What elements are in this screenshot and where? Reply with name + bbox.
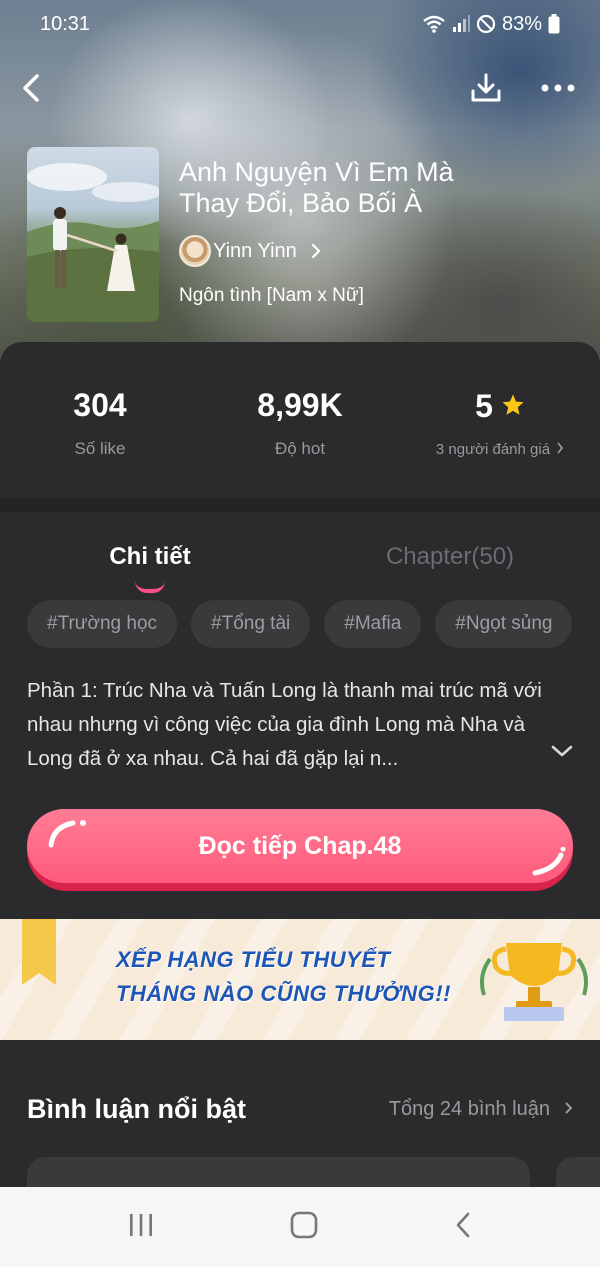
- status-bar: 10:31 83%: [0, 0, 600, 48]
- trophy-icon: [480, 943, 588, 1021]
- hot-label: Độ hot: [274, 439, 326, 458]
- banner-line-2: THÁNG NÀO CŨNG THƯỞNG!!: [116, 981, 451, 1006]
- signal-icon: [452, 15, 470, 33]
- shine-decoration: [532, 847, 566, 876]
- book-info: Anh Nguyện Vì Em Mà Thay Đổi, Bảo Bối À …: [27, 147, 580, 322]
- tab-indicator: [135, 581, 165, 593]
- chevron-right-icon: [556, 441, 564, 458]
- back-arrow-icon[interactable]: [10, 66, 54, 110]
- rating-label: 3 người đánh giá: [435, 440, 551, 458]
- comment-card[interactable]: [556, 1157, 600, 1187]
- tab-bar: Chi tiết Chapter(50): [0, 512, 600, 596]
- chevron-down-icon[interactable]: [550, 744, 574, 763]
- shine-decoration: [48, 820, 86, 848]
- author-avatar: [179, 235, 211, 267]
- author-link[interactable]: Yinn Yinn: [179, 235, 509, 267]
- battery-icon: [548, 14, 560, 34]
- book-cover[interactable]: [27, 147, 159, 322]
- continue-reading-label: Đọc tiếp Chap.48: [198, 831, 402, 860]
- tag-list: #Trường học #Tổng tài #Mafia #Ngọt sủng: [0, 600, 600, 648]
- stat-likes: 304 Số like: [0, 385, 200, 459]
- bookmark-ribbon: [22, 919, 56, 985]
- tag-chip[interactable]: #Ngọt sủng: [435, 600, 573, 648]
- download-icon[interactable]: [464, 66, 508, 110]
- star-icon: [501, 388, 525, 425]
- ranking-banner[interactable]: XẾP HẠNG TIỂU THUYẾT THÁNG NÀO CŨNG THƯỞ…: [0, 919, 600, 1040]
- likes-value: 304: [73, 386, 127, 423]
- top-navigation: [0, 62, 600, 114]
- tab-chapters[interactable]: Chapter(50): [300, 537, 600, 571]
- tab-chapters-label: Chapter(50): [385, 543, 515, 570]
- chevron-right-icon: [311, 243, 321, 259]
- status-time: 10:31: [40, 12, 91, 35]
- book-description: Phần 1: Trúc Nha và Tuấn Long là thanh m…: [27, 679, 542, 770]
- hero-background: 10:31 83% Anh Nguyện Vì Em Mà Thay Đổi, …: [0, 0, 600, 370]
- comments-total-link[interactable]: Tổng 24 bình luận: [389, 1098, 573, 1121]
- description-section: Phần 1: Trúc Nha và Tuấn Long là thanh m…: [0, 674, 600, 776]
- book-title: Anh Nguyện Vì Em Mà Thay Đổi, Bảo Bối À: [179, 157, 454, 218]
- recent-apps-icon[interactable]: [127, 1212, 155, 1243]
- banner-text: XẾP HẠNG TIỂU THUYẾT THÁNG NÀO CŨNG THƯỞ…: [116, 943, 451, 1011]
- stat-rating[interactable]: 5 3 người đánh giá: [400, 387, 600, 458]
- tag-chip[interactable]: #Trường học: [27, 600, 178, 648]
- tag-chip[interactable]: #Mafia: [324, 600, 422, 648]
- stat-hot: 8,99K Độ hot: [200, 385, 400, 459]
- comment-card[interactable]: [27, 1157, 530, 1187]
- chevron-right-icon: [564, 1098, 573, 1121]
- comments-title: Bình luận nổi bật: [27, 1094, 246, 1124]
- home-icon[interactable]: [289, 1211, 319, 1244]
- section-divider: [0, 498, 600, 512]
- status-icons: 83%: [422, 13, 560, 36]
- comments-header: Bình luận nổi bật Tổng 24 bình luận: [27, 1094, 573, 1125]
- back-icon[interactable]: [453, 1211, 473, 1244]
- more-icon[interactable]: [536, 66, 580, 110]
- author-name: Yinn Yinn: [213, 239, 297, 262]
- stats-row: 304 Số like 8,99K Độ hot 5 3 người đánh …: [0, 342, 600, 498]
- tab-details[interactable]: Chi tiết: [0, 537, 300, 593]
- likes-label: Số like: [74, 439, 126, 458]
- continue-reading-button[interactable]: Đọc tiếp Chap.48: [27, 809, 573, 891]
- battery-percent: 83%: [501, 12, 542, 35]
- comments-total: Tổng 24 bình luận: [388, 1098, 550, 1120]
- hot-value: 8,99K: [257, 386, 343, 423]
- tag-chip[interactable]: #Tổng tài: [191, 600, 311, 648]
- tab-details-label: Chi tiết: [109, 543, 191, 570]
- do-not-disturb-icon: [476, 14, 496, 34]
- wifi-icon: [422, 14, 446, 34]
- system-navigation-bar: [0, 1187, 600, 1267]
- banner-line-1: XẾP HẠNG TIỂU THUYẾT: [116, 947, 391, 972]
- rating-value: 5: [475, 388, 493, 424]
- book-meta: Anh Nguyện Vì Em Mà Thay Đổi, Bảo Bối À …: [179, 147, 509, 322]
- details-panel: 304 Số like 8,99K Độ hot 5 3 người đánh …: [0, 342, 600, 1187]
- book-genre: Ngôn tình [Nam x Nữ]: [179, 285, 364, 306]
